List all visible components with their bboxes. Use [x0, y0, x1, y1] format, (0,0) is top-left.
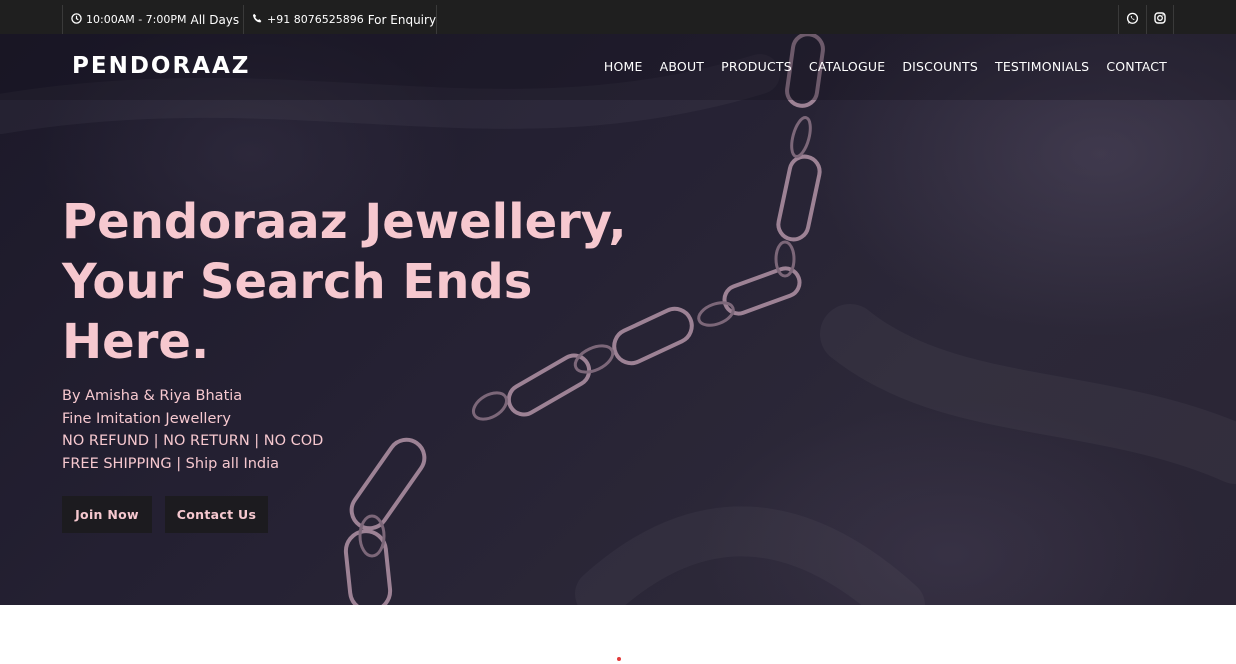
top-bar: 10:00AM - 7:00PM All Days +91 8076525896… [0, 0, 1236, 34]
join-now-button[interactable]: Join Now [62, 496, 152, 533]
nav-testimonials[interactable]: TESTIMONIALS [995, 59, 1089, 74]
whatsapp-link[interactable] [1118, 5, 1146, 34]
brand-logo[interactable]: PENDORAAZ [72, 53, 250, 79]
whatsapp-icon [1126, 12, 1139, 28]
owners-line: By Amisha & Riya Bhatia [62, 388, 243, 404]
headline-line: Here. [62, 314, 210, 370]
main-nav: HOME ABOUT PRODUCTS CATALOGUE DISCOUNTS … [604, 59, 1167, 74]
nav-home[interactable]: HOME [604, 59, 643, 74]
nav-products[interactable]: PRODUCTS [721, 59, 792, 74]
nav-about[interactable]: ABOUT [660, 59, 705, 74]
hero-section: PENDORAAZ HOME ABOUT PRODUCTS CATALOGUE … [0, 34, 1236, 605]
contact-us-button[interactable]: Contact Us [165, 496, 268, 533]
hours-suffix: All Days [190, 12, 240, 27]
phone-icon [252, 13, 263, 27]
phone-number[interactable]: +91 8076525896 [267, 13, 364, 26]
hours-text: 10:00AM - 7:00PM [86, 13, 187, 26]
tagline: Fine Imitation Jewellery [62, 410, 231, 427]
policy-line: NO REFUND | NO RETURN | NO COD [62, 433, 324, 449]
instagram-icon [1154, 12, 1166, 27]
loading-dot [617, 657, 621, 661]
nav-discounts[interactable]: DISCOUNTS [902, 59, 978, 74]
clock-icon [71, 12, 82, 27]
nav-catalogue[interactable]: CATALOGUE [809, 59, 885, 74]
main-navbar: PENDORAAZ HOME ABOUT PRODUCTS CATALOGUE … [0, 34, 1236, 100]
opening-hours: 10:00AM - 7:00PM All Days [62, 5, 244, 34]
instagram-link[interactable] [1146, 5, 1174, 34]
enquiry-phone[interactable]: +91 8076525896 For Enquiry [244, 5, 437, 34]
nav-contact[interactable]: CONTACT [1106, 59, 1167, 74]
hero-headline: Pendoraaz Jewellery, Your Search Ends He… [62, 192, 642, 372]
phone-suffix: For Enquiry [367, 12, 437, 27]
headline-line: Your Search Ends [62, 254, 533, 310]
hero-details: By Amisha & Riya Bhatia Fine Imitation J… [62, 385, 323, 475]
headline-line: Pendoraaz Jewellery, [62, 194, 627, 250]
shipping-line: FREE SHIPPING | Ship all India [62, 455, 280, 472]
